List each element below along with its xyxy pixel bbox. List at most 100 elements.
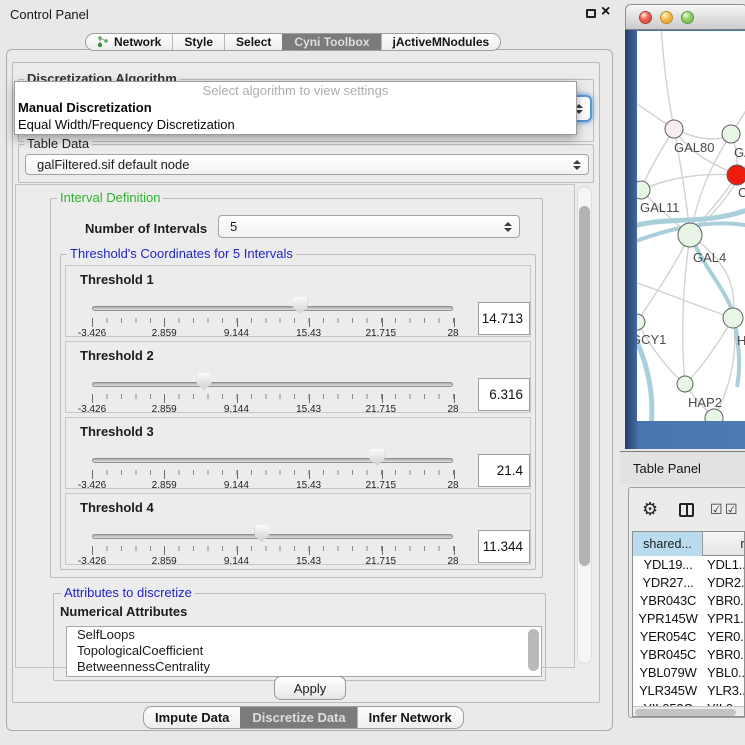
- float-panel-icon[interactable]: [586, 9, 596, 18]
- cell-shared-name[interactable]: YBR043C: [633, 592, 703, 610]
- threshold-value-field[interactable]: [478, 378, 530, 411]
- cell-shared-name[interactable]: YPR145W: [633, 610, 703, 628]
- table-settings-gear-icon[interactable]: ⚙: [642, 499, 658, 520]
- table-hscrollbar-track[interactable]: [633, 706, 745, 717]
- popup-item-manual-discretization[interactable]: Manual Discretization: [15, 99, 576, 116]
- major-tick: [454, 470, 455, 479]
- slider-handle[interactable]: [196, 373, 211, 390]
- table-row[interactable]: YBL079WYBL0...: [633, 664, 745, 682]
- cell-name[interactable]: YDL1...: [707, 556, 745, 574]
- network-icon: [97, 35, 109, 49]
- threshold-slider[interactable]: -3.4262.8599.14415.4321.71528: [92, 494, 453, 566]
- select-column-checkbox-icon[interactable]: ☑: [725, 501, 738, 518]
- network-node[interactable]: [637, 181, 650, 199]
- scale-label: 9.144: [224, 556, 249, 567]
- network-canvas[interactable]: GAL80GACGAL11GAL4GCY1HHAP2: [637, 31, 745, 421]
- slider-track[interactable]: [92, 458, 453, 463]
- tab-infer-network[interactable]: Infer Network: [357, 707, 463, 728]
- scale-label: 9.144: [224, 328, 249, 339]
- cell-name[interactable]: YBR0...: [707, 592, 745, 610]
- tab-impute-data[interactable]: Impute Data: [144, 707, 240, 728]
- table-row[interactable]: YDL19...YDL1...: [633, 556, 745, 574]
- tab-network[interactable]: Network: [86, 34, 172, 50]
- close-panel-icon[interactable]: ×: [601, 3, 610, 21]
- cell-name[interactable]: YER0...: [707, 628, 745, 646]
- threshold-slider[interactable]: -3.4262.8599.14415.4321.71528: [92, 342, 453, 414]
- popup-item-equal-width-frequency[interactable]: Equal Width/Frequency Discretization: [15, 116, 576, 133]
- major-tick: [164, 394, 165, 403]
- combo-arrows-icon: [503, 222, 512, 232]
- slider-handle[interactable]: [370, 449, 385, 466]
- table-row[interactable]: YBR045CYBR0...: [633, 646, 745, 664]
- threshold-slider[interactable]: -3.4262.8599.14415.4321.71528: [92, 266, 453, 338]
- tab-discretize-data[interactable]: Discretize Data: [240, 707, 356, 728]
- attribute-item-topologicalcoefficient[interactable]: TopologicalCoefficient: [67, 643, 541, 659]
- network-node[interactable]: [677, 376, 693, 392]
- scale-label: 21.715: [366, 480, 397, 491]
- scale-label: 21.715: [366, 328, 397, 339]
- tab-cyni-toolbox[interactable]: Cyni Toolbox: [282, 34, 380, 50]
- table-row[interactable]: YLR345WYLR3...: [633, 682, 745, 700]
- scale-label: 15.43: [296, 480, 321, 491]
- cell-name[interactable]: YBL0...: [707, 664, 745, 682]
- close-window-icon[interactable]: [639, 11, 652, 24]
- column-layout-icon[interactable]: [679, 503, 694, 517]
- minimize-window-icon[interactable]: [660, 11, 673, 24]
- cell-shared-name[interactable]: YER054C: [633, 628, 703, 646]
- network-node[interactable]: [665, 120, 683, 138]
- scale-label: 2.859: [152, 480, 177, 491]
- attributes-scrollbar-thumb[interactable]: [528, 629, 539, 671]
- slider-track[interactable]: [92, 382, 453, 387]
- table-row[interactable]: YBR043CYBR0...: [633, 592, 745, 610]
- table-hscrollbar-thumb[interactable]: [635, 709, 736, 716]
- tab-style[interactable]: Style: [172, 34, 224, 50]
- attribute-item-betweennesscentrality[interactable]: BetweennessCentrality: [67, 659, 541, 675]
- select-all-checkbox-icon[interactable]: ☑: [710, 501, 723, 518]
- cell-shared-name[interactable]: YDR27...: [633, 574, 703, 592]
- major-tick: [309, 470, 310, 479]
- slider-track[interactable]: [92, 306, 453, 311]
- scale-label: 28: [447, 404, 458, 415]
- threshold-value-field[interactable]: [478, 454, 530, 487]
- attribute-item-selfloops[interactable]: SelfLoops: [67, 627, 541, 643]
- network-node[interactable]: [723, 308, 743, 328]
- major-tick: [382, 470, 383, 479]
- network-node[interactable]: [637, 314, 645, 330]
- slider-handle[interactable]: [293, 297, 308, 314]
- cell-shared-name[interactable]: YLR345W: [633, 682, 703, 700]
- column-header-shared-name[interactable]: shared...: [633, 532, 703, 556]
- number-of-intervals-combobox[interactable]: 5: [218, 215, 520, 238]
- network-node[interactable]: [722, 125, 740, 143]
- network-node[interactable]: [727, 165, 745, 185]
- threshold-value-field[interactable]: [478, 302, 530, 335]
- tab-select[interactable]: Select: [224, 34, 282, 50]
- table-row[interactable]: YER054CYER0...: [633, 628, 745, 646]
- cell-name[interactable]: YPR1...: [707, 610, 745, 628]
- table-row[interactable]: YDR27...YDR2...: [633, 574, 745, 592]
- cell-name[interactable]: YDR2...: [707, 574, 745, 592]
- table-data-combobox[interactable]: galFiltered.sif default node: [25, 154, 589, 175]
- tab-jactivemnodules[interactable]: jActiveMNodules: [381, 34, 501, 50]
- number-of-intervals-value: 5: [219, 219, 503, 234]
- zoom-window-icon[interactable]: [681, 11, 694, 24]
- network-node[interactable]: [678, 223, 702, 247]
- apply-button[interactable]: Apply: [274, 676, 346, 700]
- node-label-gcy1: GCY1: [637, 332, 666, 347]
- cell-shared-name[interactable]: YBL079W: [633, 664, 703, 682]
- scale-label: -3.426: [78, 556, 106, 567]
- major-tick: [237, 470, 238, 479]
- tab-infer-network-label: Infer Network: [369, 707, 452, 729]
- node-attribute-table[interactable]: shared... n... YDL19...YDL1...YDR27...YD…: [632, 531, 745, 717]
- cell-name[interactable]: YBR0...: [707, 646, 745, 664]
- threshold-slider[interactable]: -3.4262.8599.14415.4321.71528: [92, 418, 453, 490]
- cell-shared-name[interactable]: YBR045C: [633, 646, 703, 664]
- settings-scrollbar-thumb[interactable]: [579, 206, 590, 566]
- slider-handle[interactable]: [254, 525, 269, 542]
- cell-name[interactable]: YLR3...: [707, 682, 745, 700]
- numerical-attributes-list[interactable]: SelfLoopsTopologicalCoefficientBetweenne…: [66, 626, 542, 677]
- table-row[interactable]: YPR145WYPR1...: [633, 610, 745, 628]
- slider-track[interactable]: [92, 534, 453, 539]
- threshold-value-field[interactable]: [478, 530, 530, 563]
- cell-shared-name[interactable]: YDL19...: [633, 556, 703, 574]
- column-header-name[interactable]: n...: [704, 532, 745, 556]
